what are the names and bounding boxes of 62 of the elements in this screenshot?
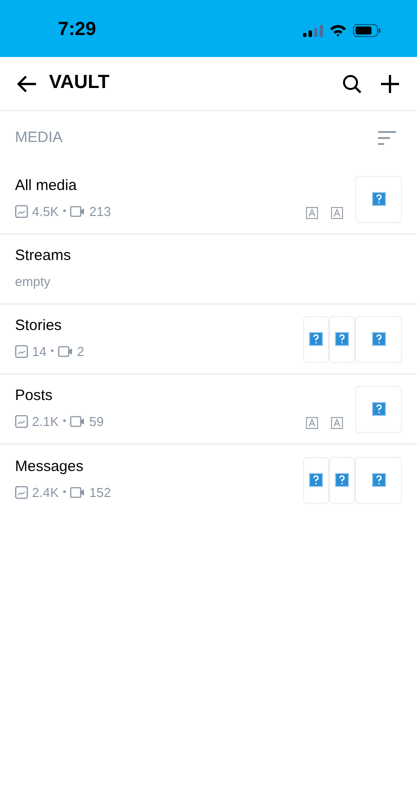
list-title: All media	[15, 176, 78, 196]
photo-count: 4.5K	[32, 202, 59, 221]
media-thumbnail[interactable]	[303, 456, 329, 504]
separator-dot: •	[50, 344, 54, 359]
page-title: VAULT	[49, 71, 111, 96]
signal-icon	[303, 24, 323, 36]
vault-list-item[interactable]: Streams empty	[0, 235, 417, 305]
search-icon	[342, 74, 362, 94]
media-thumbnail[interactable]	[303, 316, 329, 362]
photo-count: 2.4K	[32, 484, 59, 502]
broken-image-icon	[372, 332, 386, 346]
broken-image-icon	[309, 473, 323, 487]
list-title: Streams	[15, 246, 71, 266]
video-count: 152	[89, 484, 111, 502]
list-title: Posts	[15, 386, 54, 406]
vault-list-item[interactable]: Stories 14 • 2	[0, 305, 417, 375]
back-arrow-icon	[17, 74, 37, 92]
media-thumbnail[interactable]	[355, 456, 402, 504]
media-thumbnail[interactable]	[355, 386, 402, 432]
wifi-icon	[329, 24, 347, 37]
video-icon	[70, 206, 86, 217]
section-title: MEDIA	[15, 128, 63, 148]
broken-image-icon	[335, 332, 349, 346]
placeholder-icon	[306, 206, 318, 218]
media-thumbnail[interactable]	[355, 316, 402, 362]
broken-image-icon	[309, 332, 323, 346]
media-thumbnail[interactable]	[355, 176, 402, 222]
sort-button[interactable]	[376, 129, 398, 147]
video-count: 213	[89, 202, 111, 221]
image-icon	[15, 414, 28, 428]
video-count: 2	[76, 342, 84, 361]
list-title: Stories	[15, 316, 63, 336]
vault-list-item[interactable]: Messages 2.4K • 152	[0, 445, 417, 515]
image-icon	[15, 486, 28, 499]
media-thumbnail[interactable]	[329, 316, 355, 362]
video-icon	[70, 486, 86, 498]
video-icon	[58, 346, 73, 357]
image-icon	[15, 344, 28, 358]
photo-count: 2.1K	[32, 412, 59, 431]
list-title: Messages	[15, 458, 84, 477]
video-count: 59	[89, 412, 104, 431]
broken-image-icon	[372, 402, 386, 416]
vault-list-item[interactable]: All media 4.5K • 213	[0, 165, 417, 235]
broken-image-icon	[372, 473, 386, 487]
sort-icon	[377, 130, 397, 146]
separator-dot: •	[62, 204, 66, 219]
plus-icon	[380, 74, 400, 94]
placeholder-icon	[331, 416, 343, 428]
image-icon	[15, 204, 28, 218]
placeholder-icon	[331, 206, 343, 218]
broken-image-icon	[335, 473, 349, 487]
separator-dot: •	[62, 414, 66, 429]
broken-image-icon	[372, 192, 386, 206]
status-time: 7:29	[58, 18, 96, 42]
vault-list-item[interactable]: Posts 2.1K • 59	[0, 375, 417, 445]
separator-dot: •	[62, 486, 66, 500]
photo-count: 14	[32, 342, 46, 361]
battery-icon	[353, 24, 381, 37]
placeholder-icon	[306, 416, 318, 428]
video-icon	[70, 416, 86, 427]
empty-label: empty	[15, 272, 52, 291]
media-thumbnail[interactable]	[329, 456, 355, 504]
